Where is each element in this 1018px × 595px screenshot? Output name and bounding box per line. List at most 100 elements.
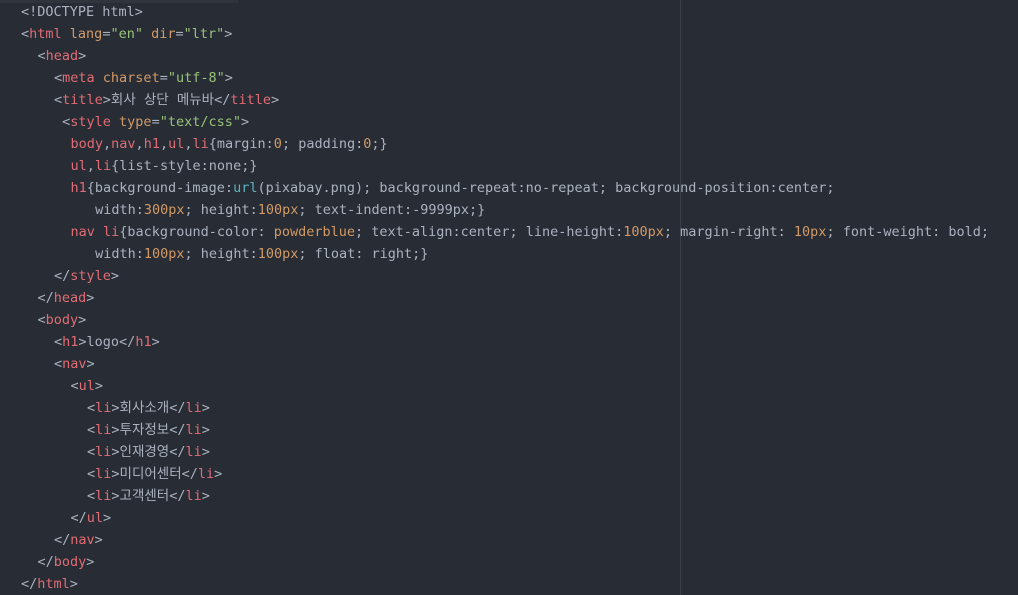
code-line[interactable]: h1{background-image:url(pixabay.png); ba… xyxy=(0,177,1018,199)
code-token: ul xyxy=(86,510,104,526)
code-token: < xyxy=(87,466,96,482)
code-line[interactable]: <li>고객센터</li> xyxy=(0,485,1018,507)
code-token: {margin: xyxy=(208,136,274,152)
code-token: > xyxy=(94,378,104,394)
code-token: > xyxy=(69,576,78,592)
code-token: , xyxy=(135,136,144,152)
code-token: ; text-indent:-9999px;} xyxy=(298,202,486,218)
code-line[interactable]: <title>회사 상단 메뉴바</title> xyxy=(0,89,1018,111)
code-line[interactable]: </body> xyxy=(0,551,1018,573)
code-token: style xyxy=(70,114,111,130)
code-token: "en" xyxy=(110,26,143,42)
code-token: > xyxy=(201,488,210,504)
code-token: head xyxy=(53,290,87,306)
code-token: >회사 상단 메뉴바</ xyxy=(102,92,231,108)
code-line[interactable]: </nav> xyxy=(0,529,1018,551)
code-line[interactable]: </html> xyxy=(0,573,1018,595)
code-line[interactable]: <li>회사소개</li> xyxy=(0,397,1018,419)
code-token: = xyxy=(159,70,168,86)
code-token: {background-image: xyxy=(86,180,234,196)
code-token: </ xyxy=(54,268,71,284)
code-token: ; text-align:center; line-height: xyxy=(355,224,624,240)
code-token: body xyxy=(45,312,79,328)
code-line[interactable]: <body> xyxy=(0,309,1018,331)
code-token: body xyxy=(70,136,104,152)
code-token: li xyxy=(185,488,202,504)
code-token: </ xyxy=(37,554,54,570)
code-token: ul xyxy=(70,158,87,174)
code-token: 100px xyxy=(257,246,299,262)
code-token: ; margin-right: xyxy=(663,224,794,240)
code-line[interactable]: nav li{background-color: powderblue; tex… xyxy=(0,221,1018,243)
code-token: {list-style:none;} xyxy=(111,158,258,174)
code-token: width: xyxy=(87,246,144,262)
code-token: title xyxy=(230,92,272,108)
code-line[interactable]: width:300px; height:100px; text-indent:-… xyxy=(0,199,1018,221)
code-token: 100px xyxy=(143,246,185,262)
code-token: dir xyxy=(151,26,176,42)
code-token: ;} xyxy=(371,136,388,152)
code-lines[interactable]: <!DOCTYPE html> <html lang="en" dir="ltr"… xyxy=(0,1,1018,595)
code-token: , xyxy=(103,136,112,152)
code-token: = xyxy=(175,26,184,42)
code-token: > xyxy=(103,510,112,526)
code-token: >고객센터</ xyxy=(111,488,186,504)
code-token: </ xyxy=(54,532,71,548)
code-token: < xyxy=(87,488,96,504)
code-line[interactable]: <html lang="en" dir="ltr"> xyxy=(0,23,1018,45)
code-token: = xyxy=(151,114,160,130)
code-token: "text/css" xyxy=(159,114,241,130)
code-token: < xyxy=(54,334,63,350)
code-token: meta xyxy=(62,70,95,86)
code-line[interactable]: </ul> xyxy=(0,507,1018,529)
code-line[interactable]: </head> xyxy=(0,287,1018,309)
code-token: > xyxy=(240,114,250,130)
code-token: li xyxy=(185,444,202,460)
code-token: < xyxy=(87,444,96,460)
code-token: > xyxy=(201,422,210,438)
code-token: ; height: xyxy=(184,202,258,218)
code-token: < xyxy=(37,312,46,328)
code-line[interactable]: <li>미디어센터</li> xyxy=(0,463,1018,485)
code-token: > xyxy=(110,268,120,284)
code-line[interactable]: <!DOCTYPE html> xyxy=(0,1,1018,23)
code-editor[interactable]: <!DOCTYPE html> <html lang="en" dir="ltr"… xyxy=(0,0,1018,595)
code-token: charset xyxy=(102,70,160,86)
code-token: > xyxy=(271,92,280,108)
code-line[interactable]: <meta charset="utf-8"> xyxy=(0,67,1018,89)
code-token: li xyxy=(185,400,202,416)
code-line[interactable]: </style> xyxy=(0,265,1018,287)
code-token: < xyxy=(54,356,63,372)
code-token: (pixabay.png); background-repeat:no-repe… xyxy=(257,180,835,196)
code-line[interactable]: <li>인재경영</li> xyxy=(0,441,1018,463)
code-token: head xyxy=(45,48,79,64)
code-token: ; font-weight: bold; xyxy=(826,224,989,240)
code-line[interactable]: <style type="text/css"> xyxy=(0,111,1018,133)
code-line[interactable]: body,nav,h1,ul,li{margin:0; padding:0;} xyxy=(0,133,1018,155)
code-line[interactable]: <li>투자정보</li> xyxy=(0,419,1018,441)
code-token: title xyxy=(62,92,103,108)
code-token: < xyxy=(54,114,71,130)
code-token: li xyxy=(185,422,202,438)
code-token: url xyxy=(233,180,258,196)
code-line[interactable]: <head> xyxy=(0,45,1018,67)
code-token: style xyxy=(70,268,111,284)
code-token: html xyxy=(37,576,70,592)
code-token: >미디어센터</ xyxy=(111,466,198,482)
code-line[interactable]: <nav> xyxy=(0,353,1018,375)
code-token: > xyxy=(201,400,210,416)
code-token: li xyxy=(197,466,215,482)
code-line[interactable]: <ul> xyxy=(0,375,1018,397)
code-line[interactable]: <h1>logo</h1> xyxy=(0,331,1018,353)
code-token: > xyxy=(201,444,210,460)
code-token: "ltr" xyxy=(183,26,225,42)
code-token: < xyxy=(37,48,46,64)
code-line[interactable]: width:100px; height:100px; float: right;… xyxy=(0,243,1018,265)
code-token: 300px xyxy=(143,202,185,218)
code-line[interactable]: ul,li{list-style:none;} xyxy=(0,155,1018,177)
code-token: > xyxy=(151,334,160,350)
